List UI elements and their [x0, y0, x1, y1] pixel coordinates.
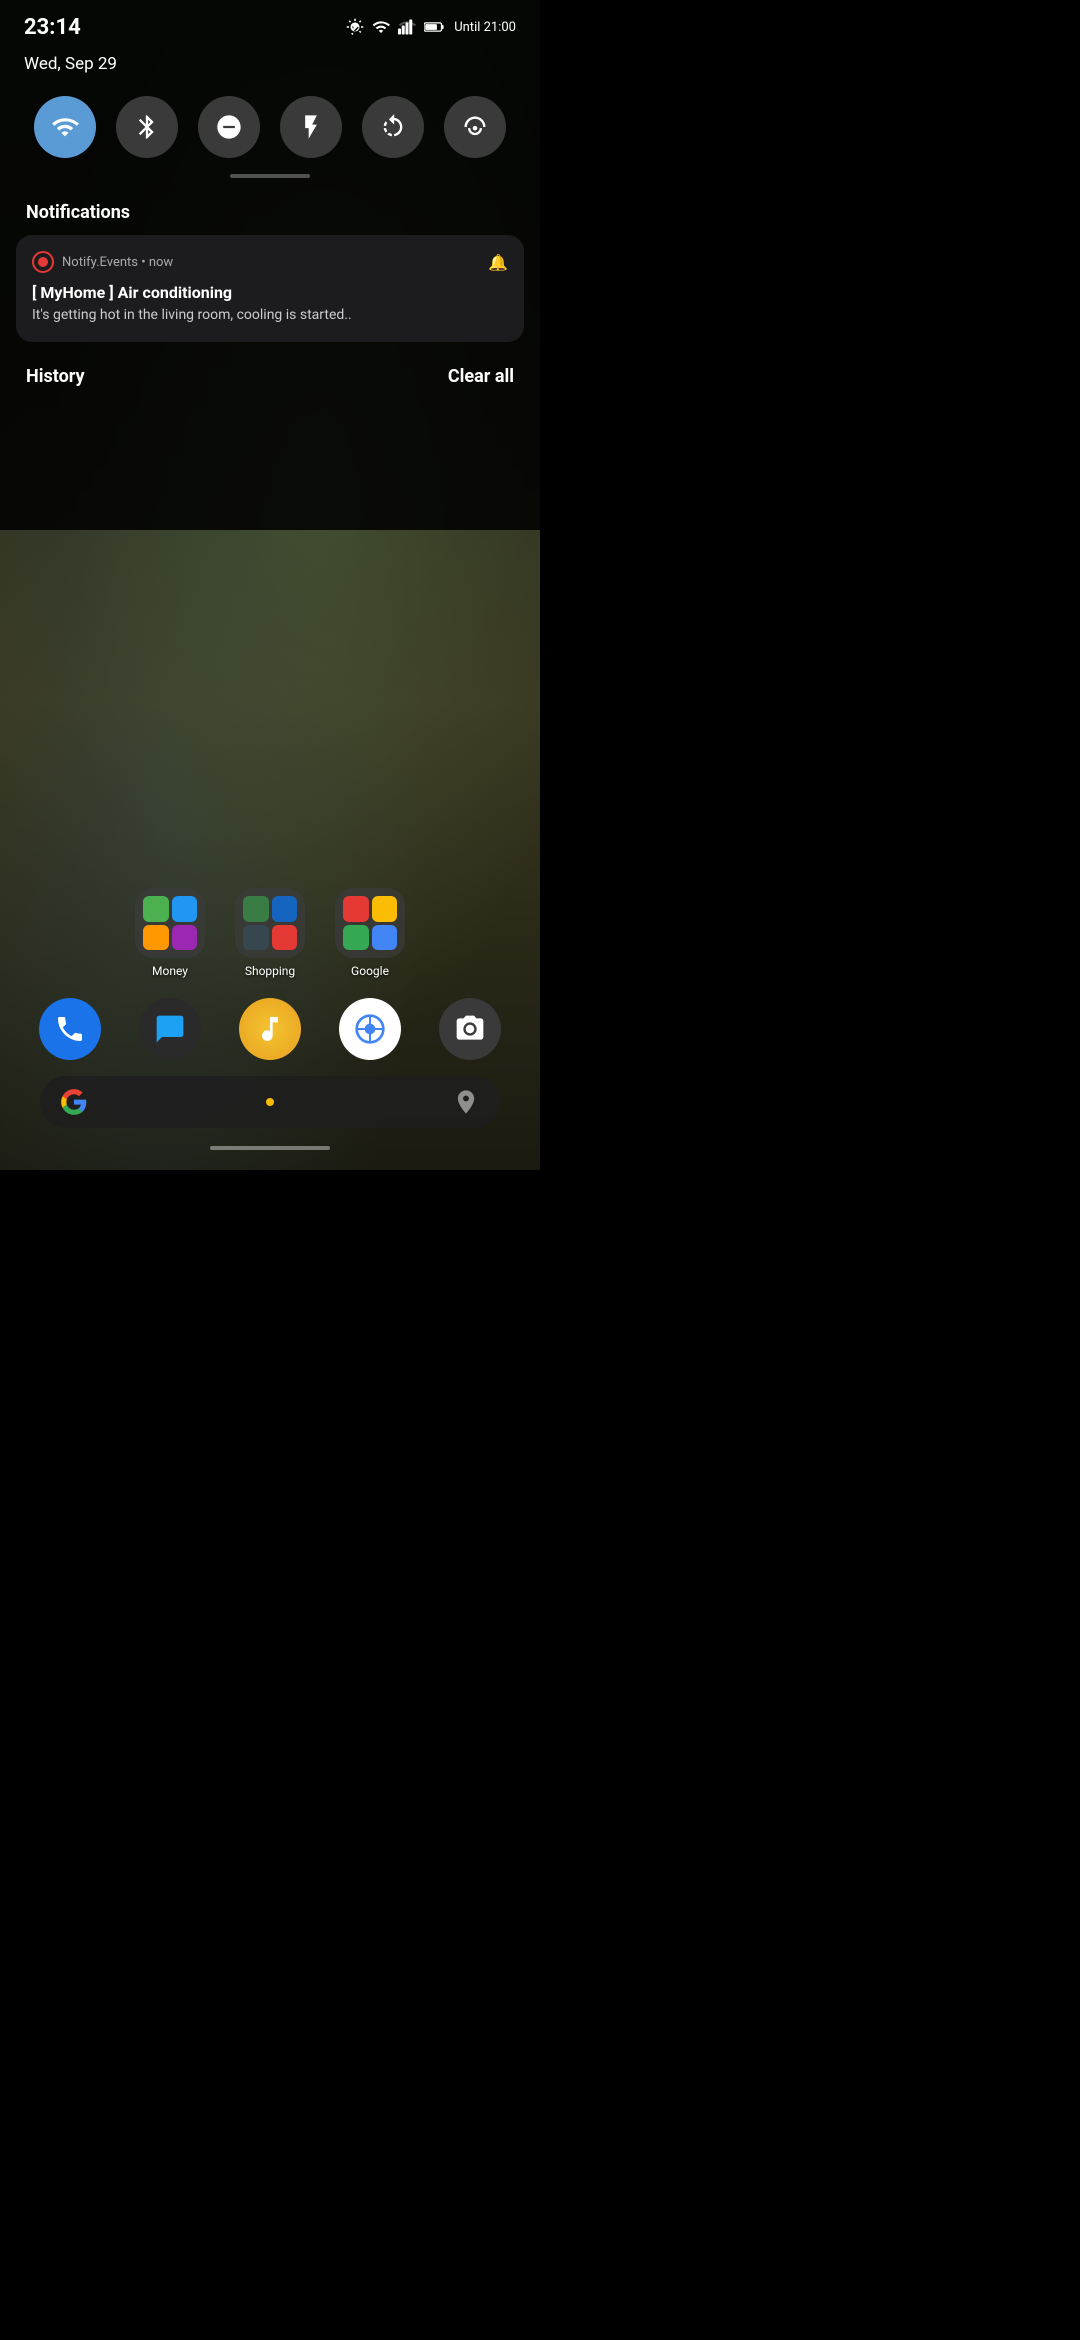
status-icons: Until 21:00 — [346, 18, 516, 36]
qs-bluetooth-button[interactable] — [116, 96, 178, 158]
qs-flashlight-icon — [297, 113, 325, 141]
signal-icon — [398, 18, 416, 36]
date-label: Wed, Sep 29 — [24, 54, 117, 74]
music-icon — [254, 1013, 286, 1045]
dock-camera-icon[interactable] — [439, 998, 501, 1060]
history-button[interactable]: History — [26, 366, 85, 387]
dock-messages-icon[interactable] — [139, 998, 201, 1060]
google-g-icon — [60, 1088, 88, 1116]
shade-divider — [230, 174, 310, 178]
folder-shopping[interactable]: Shopping — [235, 888, 305, 978]
notifications-section: Notifications Notify.Events • now 🔔 [ My… — [0, 194, 540, 354]
qs-wifi-button[interactable] — [34, 96, 96, 158]
wifi-status-icon — [372, 18, 390, 36]
qs-autorotate-button[interactable] — [362, 96, 424, 158]
folder-money[interactable]: Money — [135, 888, 205, 978]
battery-until-label: Until 21:00 — [454, 20, 516, 35]
phone-icon — [54, 1013, 86, 1045]
date-row: Wed, Sep 29 — [0, 50, 540, 86]
dock-area — [0, 998, 540, 1138]
qs-flashlight-button[interactable] — [280, 96, 342, 158]
folder-icon-google — [335, 888, 405, 958]
quick-settings-row — [0, 86, 540, 174]
bottom-nav-bar — [40, 1076, 500, 1128]
qs-autorotate-icon — [379, 113, 407, 141]
folder-label-shopping: Shopping — [245, 964, 295, 978]
dock-browser-icon[interactable] — [339, 998, 401, 1060]
bottom-bar-icon — [452, 1088, 480, 1116]
notif-title: [ MyHome ] Air conditioning — [32, 283, 508, 302]
notif-bell-icon: 🔔 — [488, 253, 508, 272]
notif-app-name: Notify.Events • now — [62, 255, 480, 270]
history-row: History Clear all — [0, 354, 540, 399]
notif-body: It's getting hot in the living room, coo… — [32, 306, 508, 326]
dock-row — [20, 998, 520, 1060]
status-bar: 23:14 — [0, 0, 540, 50]
folder-label-google: Google — [351, 964, 389, 978]
qs-wifi-icon — [51, 113, 79, 141]
dock-phone-icon[interactable] — [39, 998, 101, 1060]
dock-music-icon[interactable] — [239, 998, 301, 1060]
folder-icon-shopping — [235, 888, 305, 958]
bottom-gesture-bar — [210, 1146, 330, 1150]
notif-header: Notify.Events • now 🔔 — [32, 251, 508, 273]
qs-dnd-button[interactable] — [198, 96, 260, 158]
battery-icon — [424, 21, 444, 33]
folder-icon-money — [135, 888, 205, 958]
notif-app-icon — [32, 251, 54, 273]
browser-icon — [354, 1013, 386, 1045]
messages-icon — [154, 1013, 186, 1045]
clear-all-button[interactable]: Clear all — [448, 366, 514, 387]
alarm-icon — [346, 18, 364, 36]
qs-dnd-icon — [215, 113, 243, 141]
qs-hotspot-icon — [461, 113, 489, 141]
camera-icon — [454, 1013, 486, 1045]
folder-label-money: Money — [152, 964, 188, 978]
home-area: Money Shopping Goo — [0, 399, 540, 1170]
qs-bluetooth-icon — [133, 113, 161, 141]
notification-card-0[interactable]: Notify.Events • now 🔔 [ MyHome ] Air con… — [16, 235, 524, 342]
dot-indicator — [266, 1098, 274, 1106]
app-folders-row: Money Shopping Goo — [0, 888, 540, 978]
notifications-label: Notifications — [16, 194, 524, 235]
status-time: 23:14 — [24, 15, 81, 40]
folder-google[interactable]: Google — [335, 888, 405, 978]
qs-hotspot-button[interactable] — [444, 96, 506, 158]
